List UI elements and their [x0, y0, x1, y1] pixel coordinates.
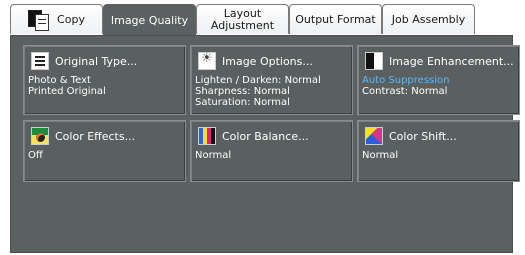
tab-job-assembly[interactable]: Job Assembly: [382, 4, 475, 34]
tab-job-assembly-label: Job Assembly: [391, 12, 466, 26]
document-icon: [31, 52, 49, 70]
tab-bar: Copy Image Quality Layout Adjustment Out…: [10, 4, 513, 36]
image-enhancement-title: Image Enhancement...: [389, 54, 514, 68]
image-quality-panel: Original Type... Photo & Text Printed Or…: [10, 35, 520, 253]
tab-copy[interactable]: Copy: [10, 4, 103, 34]
brightness-icon: [198, 52, 216, 70]
color-balance-value: Normal: [195, 150, 232, 161]
image-enhancement-value-1: Auto Suppression: [362, 75, 450, 86]
tab-image-quality[interactable]: Image Quality: [103, 4, 196, 36]
tab-layout-adjustment[interactable]: Layout Adjustment: [196, 4, 289, 34]
tab-output-format[interactable]: Output Format: [289, 4, 382, 34]
color-shift-button[interactable]: Color Shift... Normal: [357, 120, 520, 182]
original-type-value-2: Printed Original: [28, 86, 106, 97]
tab-image-quality-label: Image Quality: [110, 13, 189, 27]
color-balance-icon: [198, 127, 216, 145]
image-options-value-2: Sharpness: Normal: [195, 86, 290, 97]
original-type-button[interactable]: Original Type... Photo & Text Printed Or…: [23, 45, 186, 115]
color-shift-icon: [365, 127, 383, 145]
tab-copy-label: Copy: [57, 12, 85, 26]
original-type-title: Original Type...: [55, 54, 138, 68]
image-options-value-3: Saturation: Normal: [195, 97, 290, 108]
color-effects-title: Color Effects...: [55, 129, 136, 143]
color-shift-value: Normal: [362, 150, 399, 161]
image-options-button[interactable]: Image Options... Lighten / Darken: Norma…: [190, 45, 353, 115]
image-enhancement-button[interactable]: Image Enhancement... Auto Suppression Co…: [357, 45, 520, 115]
image-options-title: Image Options...: [222, 54, 313, 68]
color-shift-title: Color Shift...: [389, 129, 457, 143]
color-effects-icon: [31, 127, 49, 145]
image-enhancement-value-2: Contrast: Normal: [362, 86, 448, 97]
tab-layout-adjustment-label-line2: Adjustment: [210, 18, 275, 32]
tab-layout-adjustment-label-line1: Layout: [223, 6, 262, 20]
image-options-value-1: Lighten / Darken: Normal: [195, 75, 321, 86]
color-effects-button[interactable]: Color Effects... Off: [23, 120, 186, 182]
color-balance-button[interactable]: Color Balance... Normal: [190, 120, 353, 182]
original-type-value-1: Photo & Text: [28, 75, 91, 86]
copy-app-window: Copy Image Quality Layout Adjustment Out…: [10, 4, 520, 253]
color-balance-title: Color Balance...: [222, 129, 309, 143]
contrast-icon: [365, 52, 383, 70]
copy-icon: [28, 9, 50, 31]
color-effects-value: Off: [28, 150, 43, 161]
tab-output-format-label: Output Format: [295, 12, 376, 26]
